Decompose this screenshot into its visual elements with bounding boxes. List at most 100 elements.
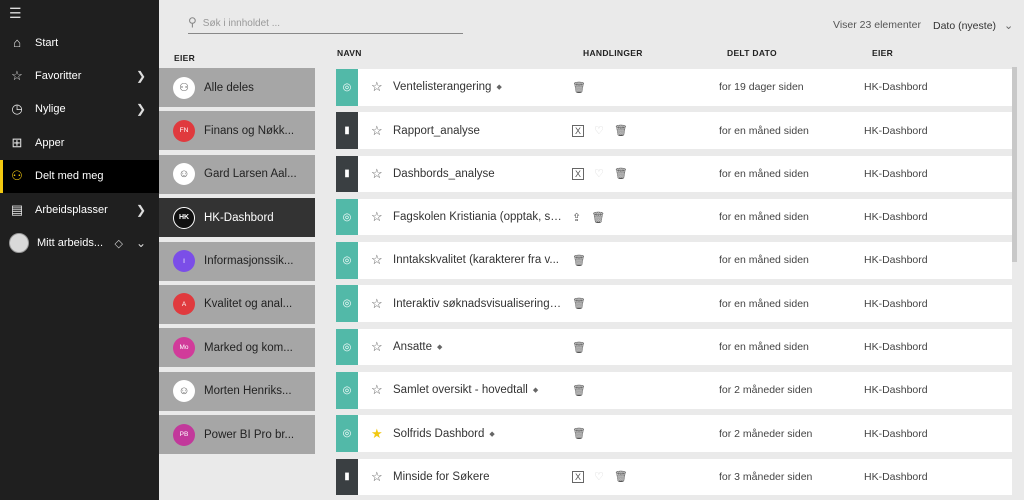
chevron-right-icon[interactable]: ❯	[136, 69, 146, 83]
list-item[interactable]: ◎ ☆ Ventelisterangering ◆ 🗑 for 19 dager …	[336, 69, 1012, 106]
favorite-star-icon[interactable]: ☆	[371, 123, 383, 139]
excel-icon[interactable]: X	[572, 470, 585, 483]
nav-item-favoritter[interactable]: ☆ Favoritter ❯	[0, 59, 159, 92]
nav-item-arbeidsplasser[interactable]: ▤ Arbeidsplasser ❯	[0, 193, 159, 226]
column-header-name[interactable]: NAVN	[337, 48, 362, 58]
search-box: ⚲	[188, 14, 463, 34]
apps-icon: ⊞	[11, 134, 23, 150]
item-owner: HK-Dashbord	[864, 470, 928, 483]
owner-item[interactable]: ☺ Gard Larsen Aal...	[159, 154, 315, 194]
delete-icon[interactable]: 🗑	[614, 167, 628, 180]
delete-icon[interactable]: 🗑	[572, 427, 586, 440]
item-name[interactable]: Rapport_analyse	[393, 125, 480, 137]
avatar: PB	[173, 423, 195, 446]
owner-label: Alle deles	[204, 81, 254, 94]
home-icon: ⌂	[13, 35, 21, 51]
delete-icon[interactable]: 🗑	[591, 211, 605, 224]
favorite-star-icon[interactable]: ☆	[371, 382, 383, 398]
favorite-star-filled-icon[interactable]: ★	[371, 426, 383, 442]
item-name[interactable]: Minside for Søkere	[393, 471, 490, 483]
dashboard-icon: ◎	[336, 328, 358, 366]
share-icon[interactable]: ⇪	[572, 211, 581, 224]
nav-item-label: Mitt arbeids...	[37, 237, 104, 250]
item-name[interactable]: Interaktiv søknadsvisualisering (...	[393, 298, 563, 310]
list-item[interactable]: ▮ ☆ Rapport_analyse X ♡ 🗑 for en måned sid…	[336, 112, 1012, 149]
report-icon: ▮	[336, 155, 358, 193]
sort-dropdown[interactable]: Dato (nyeste) ⌄	[933, 19, 1013, 33]
owner-item[interactable]: FN Finans og Nøkk...	[159, 111, 315, 151]
nav-item-my-workspace[interactable]: Mitt arbeids... ◇ ⌄	[0, 226, 159, 259]
chevron-right-icon[interactable]: ❯	[136, 102, 146, 116]
owner-item[interactable]: Mo Marked og kom...	[159, 328, 315, 368]
delete-icon[interactable]: 🗑	[614, 470, 628, 483]
nav-item-label: Nylige	[35, 103, 66, 116]
excel-icon[interactable]: X	[572, 124, 585, 137]
shared-date: for en måned siden	[719, 341, 809, 354]
column-header-shared-date[interactable]: DELT DATO	[727, 48, 777, 58]
delete-icon[interactable]: 🗑	[572, 297, 586, 310]
column-header-owner[interactable]: EIER	[872, 48, 893, 58]
nav-item-nylige[interactable]: ◷ Nylige ❯	[0, 93, 159, 126]
avatar: I	[173, 250, 195, 273]
item-owner: HK-Dashbord	[864, 297, 928, 310]
item-owner: HK-Dashbord	[864, 124, 928, 137]
nav-item-delt-med-meg[interactable]: ⚇ Delt med meg	[0, 159, 159, 194]
person-icon: ☺	[173, 380, 195, 403]
nav-item-apper[interactable]: ⊞ Apper	[0, 126, 159, 159]
favorite-star-icon[interactable]: ☆	[371, 252, 383, 268]
favorite-star-icon[interactable]: ☆	[371, 79, 383, 95]
delete-icon[interactable]: 🗑	[572, 384, 586, 397]
item-name[interactable]: Fagskolen Kristiania (opptak, sø...	[393, 211, 563, 223]
insights-icon[interactable]: ♡	[594, 470, 604, 483]
list-item[interactable]: ◎ ☆ Inntakskvalitet (karakterer fra v...…	[336, 242, 1012, 279]
delete-icon[interactable]: 🗑	[572, 341, 586, 354]
item-name[interactable]: Samlet oversikt - hovedtall	[393, 384, 528, 396]
chevron-right-icon[interactable]: ❯	[136, 203, 146, 217]
favorite-star-icon[interactable]: ☆	[371, 469, 383, 485]
favorite-star-icon[interactable]: ☆	[371, 296, 383, 312]
owner-label: Informasjonssik...	[204, 255, 294, 268]
group-icon: ⚇	[173, 76, 195, 99]
item-owner: HK-Dashbord	[864, 341, 928, 354]
item-owner: HK-Dashbord	[864, 427, 928, 440]
avatar: HK	[173, 206, 195, 229]
insights-icon[interactable]: ♡	[594, 167, 604, 180]
delete-icon[interactable]: 🗑	[572, 81, 586, 94]
favorite-star-icon[interactable]: ☆	[371, 166, 383, 182]
scrollbar[interactable]	[1012, 67, 1017, 262]
search-icon: ⚲	[188, 14, 197, 29]
favorite-star-icon[interactable]: ☆	[371, 339, 383, 355]
person-icon: ☺	[173, 163, 195, 186]
owner-item-selected[interactable]: HK HK-Dashbord	[159, 198, 315, 238]
favorite-star-icon[interactable]: ☆	[371, 209, 383, 225]
owner-item[interactable]: A Kvalitet og anal...	[159, 284, 315, 324]
hamburger-icon[interactable]: ☰	[9, 5, 22, 22]
owner-label: Finans og Nøkk...	[204, 124, 295, 137]
insights-icon[interactable]: ♡	[594, 124, 604, 137]
search-input[interactable]	[202, 18, 443, 29]
list-item[interactable]: ◎ ★ Solfrids Dashbord ◆ 🗑 for 2 måneder s…	[336, 415, 1012, 452]
list-item[interactable]: ▮ ☆ Minside for Søkere X ♡ 🗑 for 3 måneder…	[336, 458, 1012, 496]
item-name[interactable]: Ventelisterangering	[393, 81, 491, 93]
excel-icon[interactable]: X	[572, 167, 585, 180]
owner-item[interactable]: I Informasjonssik...	[159, 241, 315, 281]
owner-item[interactable]: ☺ Morten Henriks...	[159, 371, 315, 411]
item-name[interactable]: Dashbords_analyse	[393, 168, 495, 180]
owner-label: Marked og kom...	[204, 341, 293, 354]
list-item[interactable]: ◎ ☆ Fagskolen Kristiania (opptak, sø... …	[336, 198, 1012, 236]
owner-item[interactable]: ⚇ Alle deles	[159, 68, 315, 107]
item-owner: HK-Dashbord	[864, 211, 928, 224]
list-item[interactable]: ◎ ☆ Samlet oversikt - hovedtall ◆ 🗑 for 2…	[336, 372, 1012, 409]
item-name[interactable]: Solfrids Dashbord	[393, 428, 484, 440]
list-item[interactable]: ◎ ☆ Interaktiv søknadsvisualisering (...…	[336, 285, 1012, 322]
item-name[interactable]: Inntakskvalitet (karakterer fra v...	[393, 254, 559, 266]
delete-icon[interactable]: 🗑	[614, 124, 628, 137]
nav-item-start[interactable]: ⌂ Start	[0, 26, 159, 59]
chevron-down-icon[interactable]: ⌄	[136, 236, 146, 250]
owner-list: ⚇ Alle deles FN Finans og Nøkk... ☺ Gard…	[159, 68, 315, 459]
list-item[interactable]: ◎ ☆ Ansatte ◆ 🗑 for en måned siden HK-Das…	[336, 328, 1012, 366]
owner-item[interactable]: PB Power BI Pro br...	[159, 415, 315, 455]
delete-icon[interactable]: 🗑	[572, 254, 586, 267]
list-item[interactable]: ▮ ☆ Dashbords_analyse X ♡ 🗑 for en måned s…	[336, 155, 1012, 193]
item-name[interactable]: Ansatte	[393, 341, 432, 353]
